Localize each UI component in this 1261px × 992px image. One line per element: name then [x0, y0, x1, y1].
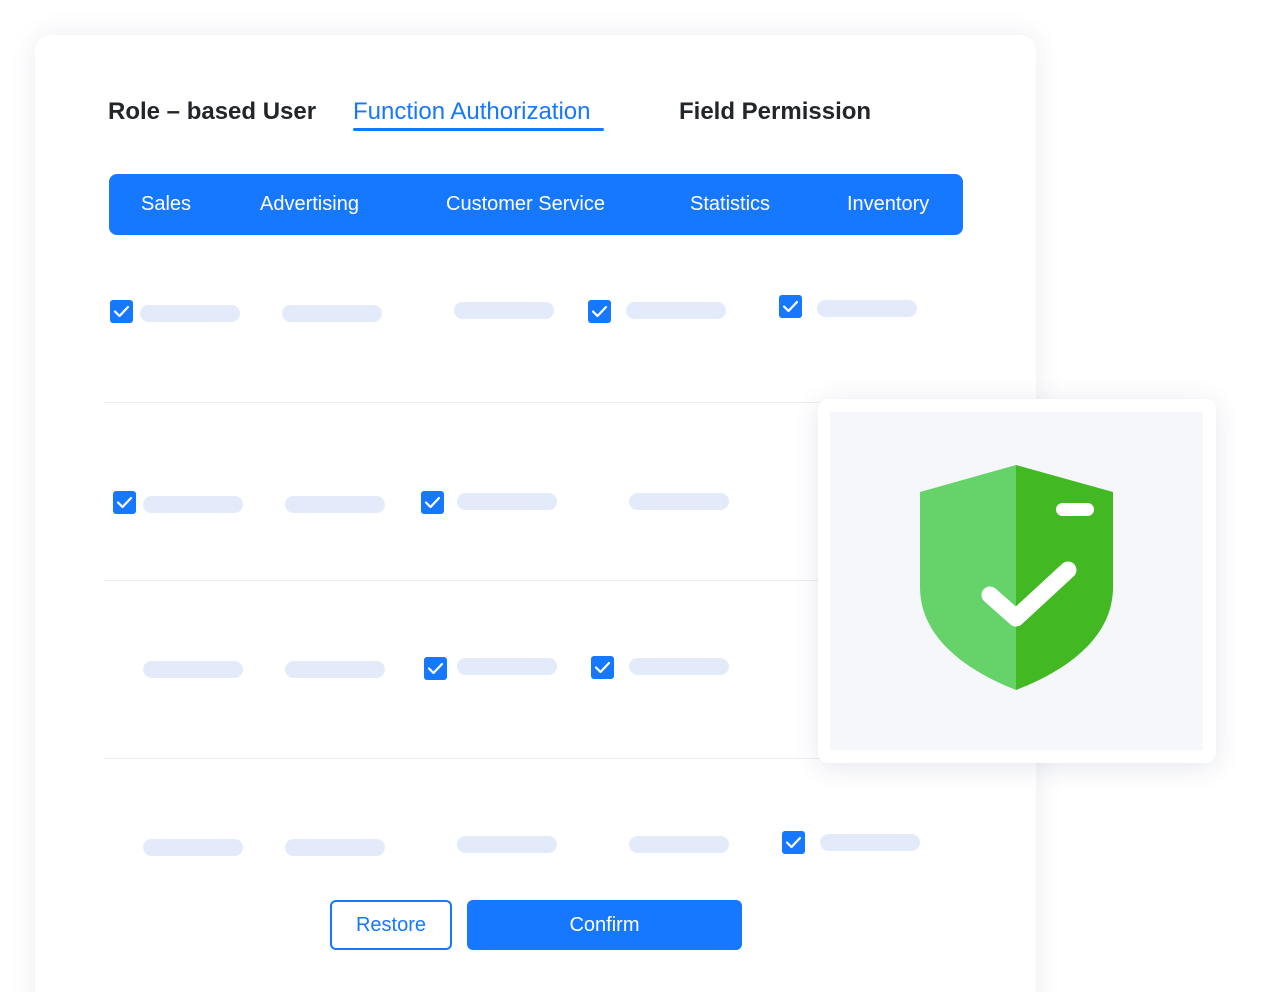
tab-function-authorization[interactable]: Function Authorization [353, 97, 590, 127]
module-advertising[interactable]: Advertising [260, 193, 359, 215]
permission-checkbox[interactable] [421, 491, 444, 514]
permission-checkbox[interactable] [110, 300, 133, 323]
security-badge-panel [830, 412, 1203, 750]
permission-label-placeholder [285, 496, 385, 513]
permission-label-placeholder [143, 661, 243, 678]
permission-checkbox[interactable] [779, 295, 802, 318]
permission-checkbox[interactable] [113, 491, 136, 514]
permission-label-placeholder [457, 836, 557, 853]
permission-label-placeholder [820, 834, 920, 851]
permission-label-placeholder [629, 493, 729, 510]
module-header-bar: Sales Advertising Customer Service Stati… [109, 174, 963, 235]
confirm-button[interactable]: Confirm [467, 900, 742, 950]
permission-label-placeholder [285, 661, 385, 678]
tab-role-based-user[interactable]: Role – based User [108, 97, 316, 127]
permission-illustration: Role – based User Function Authorization… [0, 0, 1261, 992]
module-statistics[interactable]: Statistics [690, 193, 770, 215]
permission-checkbox[interactable] [782, 831, 805, 854]
permission-label-placeholder [140, 305, 240, 322]
shield-check-icon [920, 465, 1113, 690]
permission-checkbox[interactable] [424, 657, 447, 680]
permission-label-placeholder [282, 305, 382, 322]
restore-button[interactable]: Restore [330, 900, 452, 950]
active-tab-indicator [353, 128, 604, 131]
permission-checkbox[interactable] [591, 656, 614, 679]
permission-label-placeholder [817, 300, 917, 317]
permission-label-placeholder [629, 658, 729, 675]
permission-label-placeholder [457, 658, 557, 675]
module-customer-service[interactable]: Customer Service [446, 193, 605, 215]
permission-label-placeholder [143, 496, 243, 513]
security-badge-card [818, 399, 1216, 763]
module-sales[interactable]: Sales [141, 193, 191, 215]
permission-checkbox[interactable] [588, 300, 611, 323]
tab-field-permission[interactable]: Field Permission [679, 97, 871, 127]
permission-label-placeholder [457, 493, 557, 510]
module-inventory[interactable]: Inventory [847, 193, 929, 215]
permission-label-placeholder [143, 839, 243, 856]
permission-label-placeholder [454, 302, 554, 319]
permission-label-placeholder [626, 302, 726, 319]
permission-label-placeholder [285, 839, 385, 856]
permission-label-placeholder [629, 836, 729, 853]
